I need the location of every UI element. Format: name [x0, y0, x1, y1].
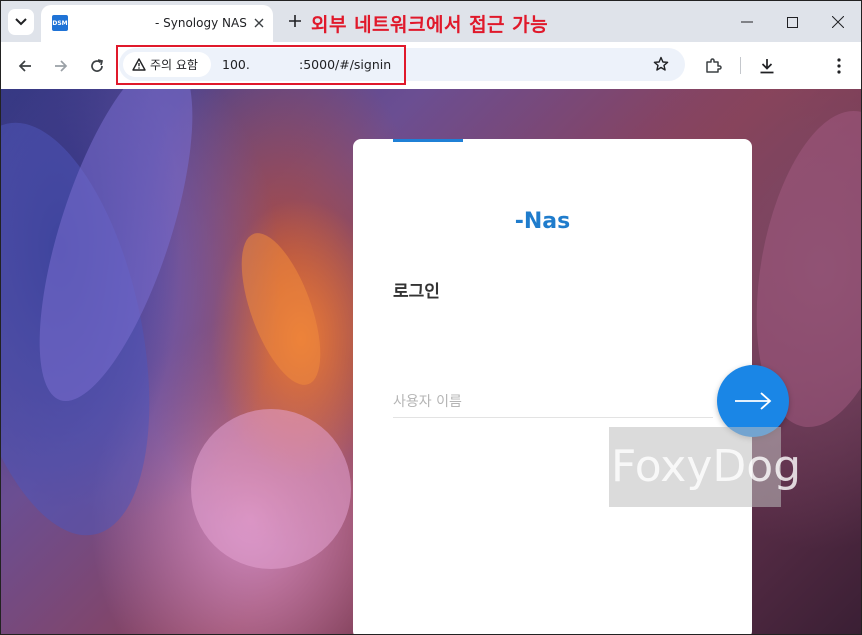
plus-icon — [289, 15, 301, 27]
close-icon — [832, 16, 844, 28]
menu-button[interactable] — [827, 54, 851, 78]
minimize-button[interactable] — [738, 13, 756, 31]
browser-window: DSM - Synology NAS 외부 네트워크에서 접근 가능 주의 요함… — [0, 0, 862, 635]
card-accent-bar — [393, 139, 463, 142]
star-icon — [653, 56, 669, 71]
watermark-text: FoxyDog — [611, 441, 802, 492]
arrow-right-icon — [735, 392, 772, 410]
browser-tab[interactable]: DSM - Synology NAS — [41, 5, 273, 42]
back-button[interactable] — [13, 54, 37, 78]
window-close-button[interactable] — [829, 13, 847, 31]
maximize-icon — [786, 16, 798, 28]
puzzle-icon — [706, 58, 722, 73]
bookmark-button[interactable] — [653, 56, 671, 74]
tab-close-button[interactable] — [249, 13, 269, 33]
new-tab-button[interactable] — [285, 11, 305, 31]
chevron-down-icon — [15, 18, 27, 26]
arrow-right-icon — [55, 60, 68, 72]
maximize-button[interactable] — [783, 13, 801, 31]
reload-icon — [91, 59, 104, 72]
canyon-texture — [191, 409, 351, 569]
tab-search-button[interactable] — [8, 9, 34, 35]
close-icon — [254, 18, 264, 28]
server-name: -Nas — [514, 209, 571, 234]
minimize-icon — [741, 21, 753, 23]
download-icon — [760, 59, 774, 74]
extensions-button[interactable] — [701, 54, 725, 78]
canyon-texture — [225, 223, 337, 395]
arrow-left-icon — [18, 60, 31, 72]
dsm-favicon-icon: DSM — [52, 15, 68, 31]
forward-button[interactable] — [49, 54, 73, 78]
login-title: 로그인 — [393, 282, 440, 302]
toolbar-divider — [740, 57, 741, 74]
tab-strip: DSM - Synology NAS 외부 네트워크에서 접근 가능 — [1, 1, 861, 42]
login-page-background: -Nas 로그인 — [1, 89, 861, 634]
reload-button[interactable] — [85, 54, 109, 78]
address-highlight-box — [116, 45, 406, 85]
annotation-text: 외부 네트워크에서 접근 가능 — [311, 14, 549, 36]
more-vert-icon — [837, 58, 841, 74]
login-card: -Nas 로그인 — [353, 139, 752, 634]
downloads-button[interactable] — [755, 54, 779, 78]
username-input[interactable] — [393, 387, 713, 418]
